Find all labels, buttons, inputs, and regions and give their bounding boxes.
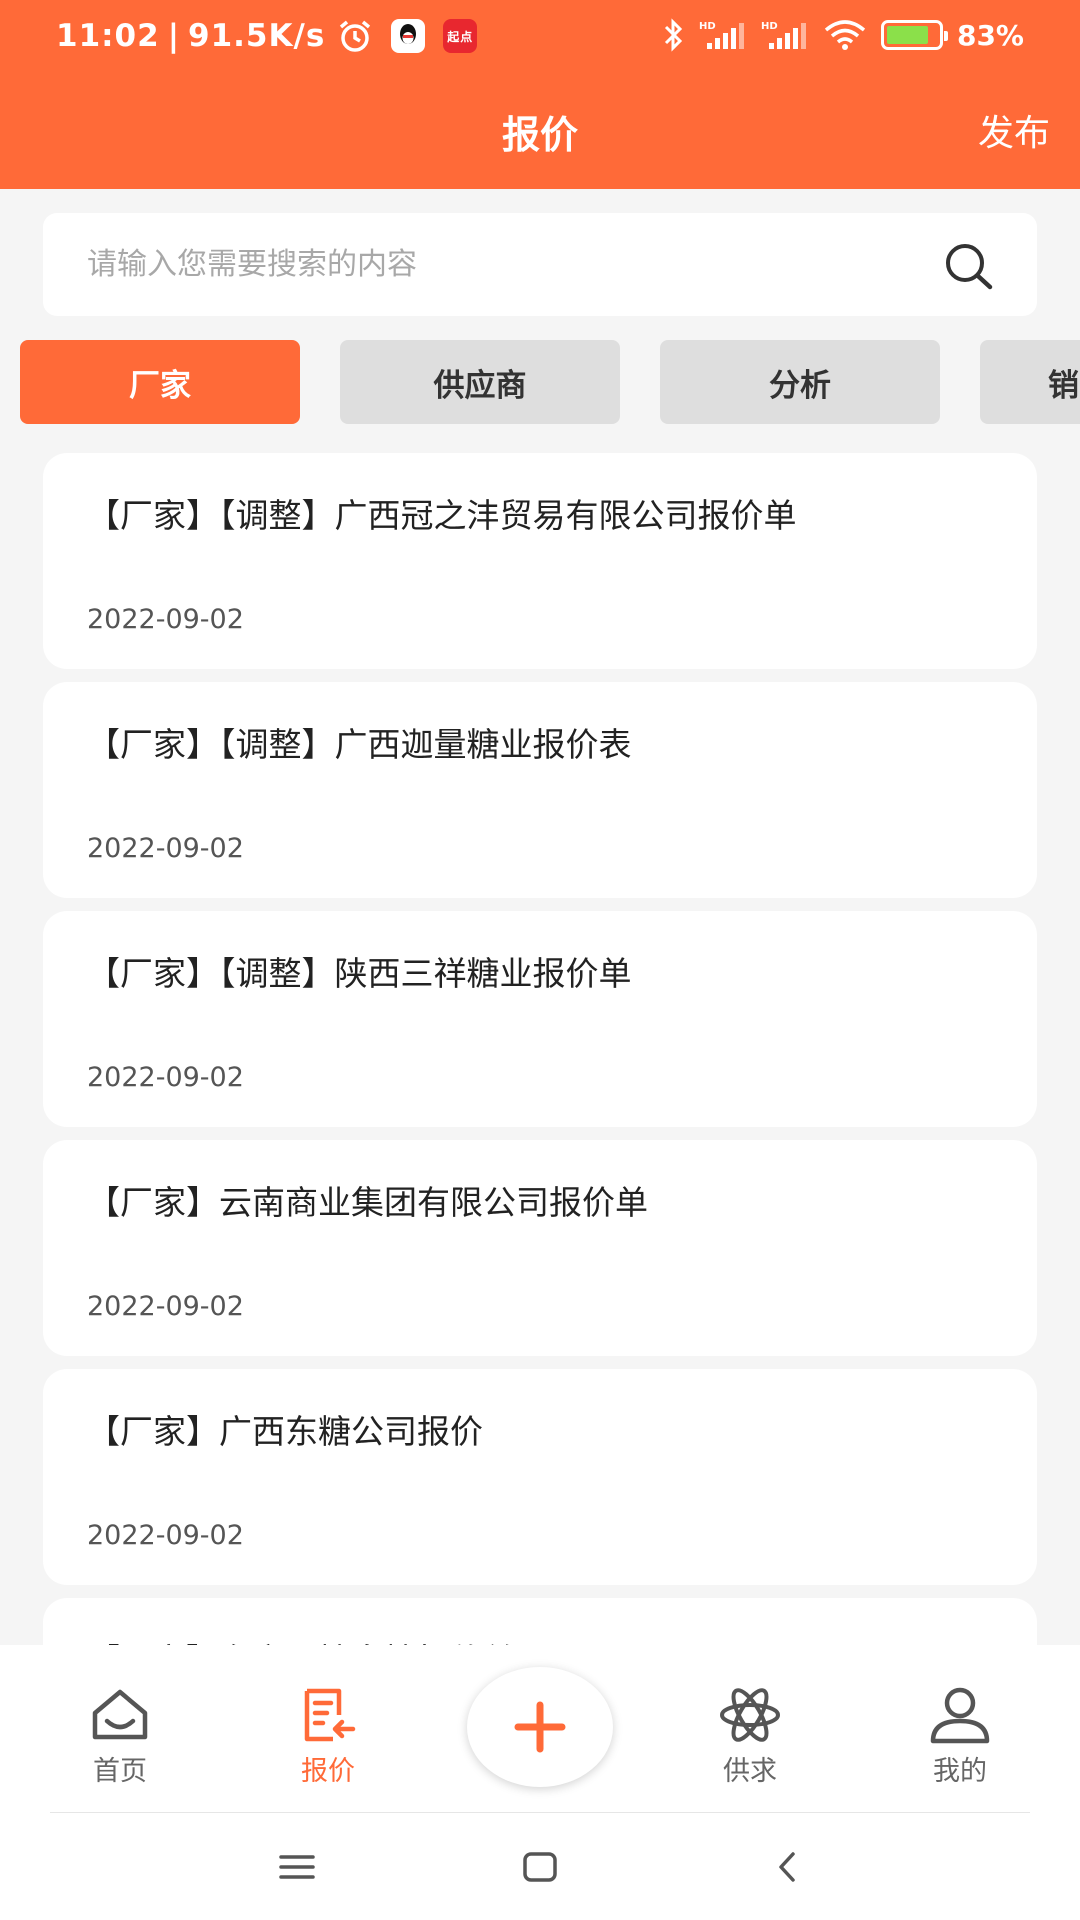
menu-icon[interactable] [269,1839,325,1895]
signal-hd-icon: HD [761,21,806,49]
list-item-date: 2022-09-02 [87,604,244,635]
list-item[interactable]: 【厂家】云南商业集团有限公司报价单 2022-09-02 [43,1140,1037,1356]
list-item[interactable]: 【厂家】【调整】广西迦量糖业报价表 2022-09-02 [43,682,1037,898]
home-icon [92,1689,148,1740]
plus-icon [514,1701,566,1753]
atom-icon [720,1688,780,1742]
tabbar-home-label: 首页 [93,1756,147,1787]
wifi-icon [824,20,866,50]
user-icon [930,1687,990,1744]
tabbar-home[interactable]: 首页 [50,1685,190,1788]
battery-percent: 83% [956,18,1024,52]
bottom-tab-bar: 首页 报价 供求 我的 [0,1645,1080,1814]
tab-manufacturer[interactable]: 厂家 [20,340,300,424]
list-item-title: 【厂家】【调整】广西冠之沣贸易有限公司报价单 [87,496,797,535]
app-header: 11:02 | 91.5K/s 起点 HD HD 83% 报价 发布 [0,0,1080,189]
add-button[interactable] [467,1667,613,1787]
tabbar-supply-label: 供求 [723,1756,777,1787]
qq-icon [391,19,426,53]
tabbar-supply[interactable]: 供求 [680,1685,820,1788]
network-speed: 91.5K/s [188,18,326,54]
status-time: 11:02 [56,18,160,54]
publish-button[interactable]: 发布 [978,104,1050,156]
signal-hd-icon: HD [699,21,744,49]
svg-text:HD: HD [699,21,716,32]
list-item[interactable]: 【厂家】【调整】陕西三祥糖业报价单 2022-09-02 [43,911,1037,1127]
svg-text:HD: HD [761,21,778,32]
list-item-date: 2022-09-02 [87,1520,244,1551]
list-item[interactable]: 【厂家】【调整】广西冠之沣贸易有限公司报价单 2022-09-02 [43,453,1037,669]
search-input[interactable] [43,213,1037,316]
back-icon[interactable] [759,1839,815,1895]
search-icon[interactable] [943,241,995,293]
category-tabs: 厂家 供应商 分析 销 [20,340,1080,424]
qidian-icon: 起点 [443,19,478,53]
list-item-title: 【厂家】【调整】陕西三祥糖业报价单 [87,954,632,993]
list-item-title: 【厂家】【调整】广西迦量糖业报价表 [87,725,632,764]
tabbar-mine[interactable]: 我的 [890,1685,1030,1788]
alarm-icon [340,20,371,52]
tabbar-quote[interactable]: 报价 [258,1685,398,1788]
tab-supplier[interactable]: 供应商 [340,340,620,424]
bluetooth-icon [664,18,683,52]
list-item-title: 【厂家】云南商业集团有限公司报价单 [87,1183,648,1222]
list-item-date: 2022-09-02 [87,833,244,864]
status-right: HD HD 83% [661,18,1024,52]
list-item[interactable]: 【厂家】东方冈糖白糖报价单 [43,1598,1037,1645]
tabbar-mine-label: 我的 [933,1756,987,1787]
list-item-title: 【厂家】广西东糖公司报价 [87,1412,483,1451]
tabbar-quote-label: 报价 [301,1756,355,1787]
list-item[interactable]: 【厂家】广西东糖公司报价 2022-09-02 [43,1369,1037,1585]
system-nav-bar [0,1813,1080,1920]
search-bar[interactable] [43,213,1037,316]
quote-list: 【厂家】【调整】广西冠之沣贸易有限公司报价单 2022-09-02 【厂家】【调… [43,453,1037,1645]
home-square-icon[interactable] [512,1839,568,1895]
page-title: 报价 [501,113,578,157]
list-item-date: 2022-09-02 [87,1062,244,1093]
status-left: 11:02 | 91.5K/s 起点 [56,18,478,54]
list-item-date: 2022-09-02 [87,1291,244,1322]
quote-icon [304,1688,356,1742]
status-bar: 11:02 | 91.5K/s 起点 HD HD 83% [0,0,1080,80]
tab-analysis[interactable]: 分析 [660,340,940,424]
battery-icon [880,20,948,50]
list-item-title: 【厂家】东方冈糖白糖报价单 [87,1634,516,1645]
tab-sales[interactable]: 销 [980,340,1080,424]
